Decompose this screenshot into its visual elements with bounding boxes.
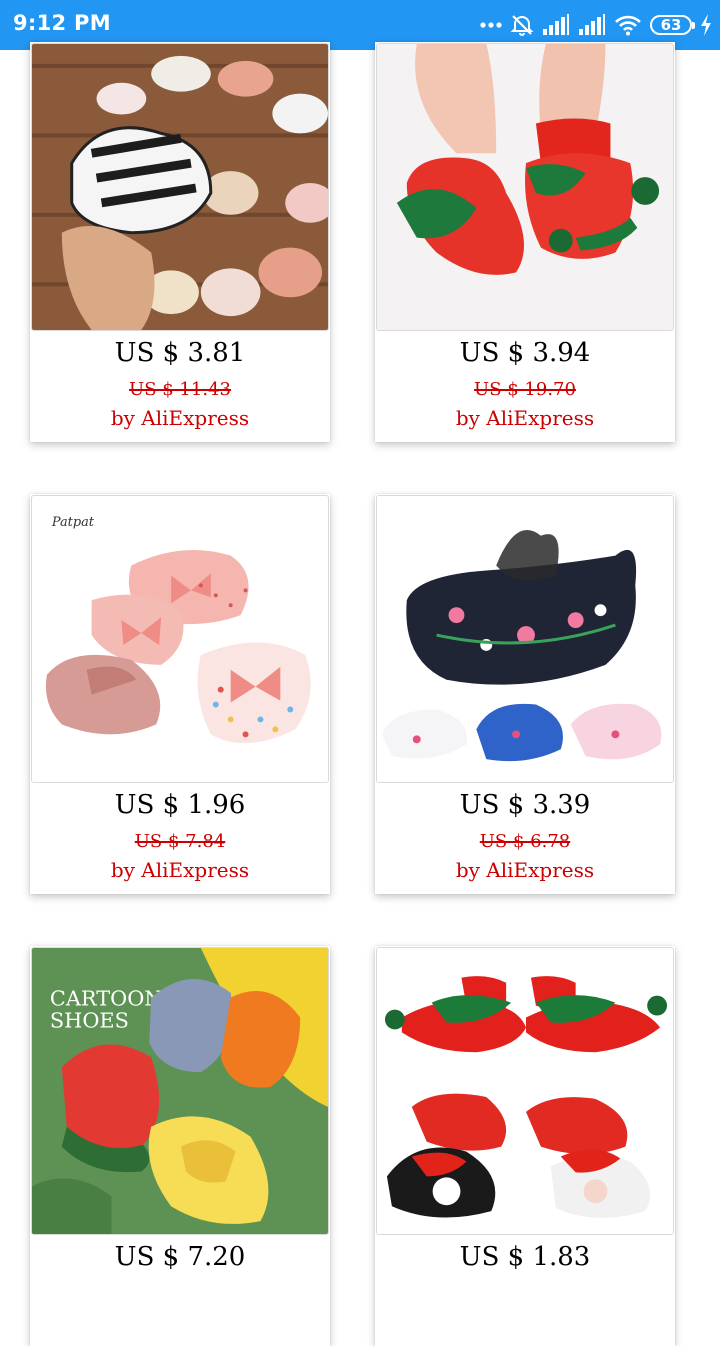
seller-label: by AliExpress (110, 406, 250, 430)
product-price: US $ 3.39 (459, 790, 591, 820)
seller-label: by AliExpress (455, 858, 595, 882)
wifi-icon (614, 14, 642, 36)
product-card[interactable]: US $ 3.39 US $ 6.78 by AliExpress (375, 494, 675, 894)
charging-icon (700, 14, 712, 36)
status-time: 9:12 PM (13, 11, 111, 35)
original-price: US $ 7.84 (134, 831, 226, 852)
brand-mark: Patpat (51, 515, 95, 530)
seller-label: by AliExpress (110, 858, 250, 882)
product-price: US $ 1.96 (114, 790, 246, 820)
product-image[interactable] (376, 495, 674, 783)
product-price: US $ 3.94 (459, 338, 591, 368)
product-card[interactable]: CARTOON SHOES US $ 7.20 (30, 946, 330, 1346)
promo-subtitle: SHOES (50, 1008, 129, 1032)
signal-icon (578, 14, 606, 36)
battery-icon: 63 (650, 15, 695, 35)
status-icons: 63 (480, 10, 712, 40)
product-price: US $ 7.20 (114, 1242, 246, 1272)
product-image[interactable] (376, 43, 674, 331)
product-image[interactable] (376, 947, 674, 1235)
more-dots-icon (480, 21, 502, 29)
product-image[interactable]: CARTOON SHOES (31, 947, 329, 1235)
product-card[interactable]: Patpat US $ 1.96 US $ 7.84 by AliExpress (30, 494, 330, 894)
product-price: US $ 3.81 (114, 338, 246, 368)
alarm-off-icon (510, 13, 534, 37)
promo-title: CARTOON (50, 987, 163, 1011)
product-price: US $ 1.83 (459, 1242, 591, 1272)
product-image[interactable] (31, 43, 329, 331)
product-card[interactable]: US $ 3.94 US $ 19.70 by AliExpress (375, 42, 675, 442)
product-card[interactable]: US $ 3.81 US $ 11.43 by AliExpress (30, 42, 330, 442)
seller-label: by AliExpress (455, 406, 595, 430)
original-price: US $ 6.78 (479, 831, 571, 852)
signal-icon (542, 14, 570, 36)
product-image[interactable]: Patpat (31, 495, 329, 783)
original-price: US $ 19.70 (474, 379, 576, 400)
product-card[interactable]: US $ 1.83 (375, 946, 675, 1346)
original-price: US $ 11.43 (129, 379, 231, 400)
